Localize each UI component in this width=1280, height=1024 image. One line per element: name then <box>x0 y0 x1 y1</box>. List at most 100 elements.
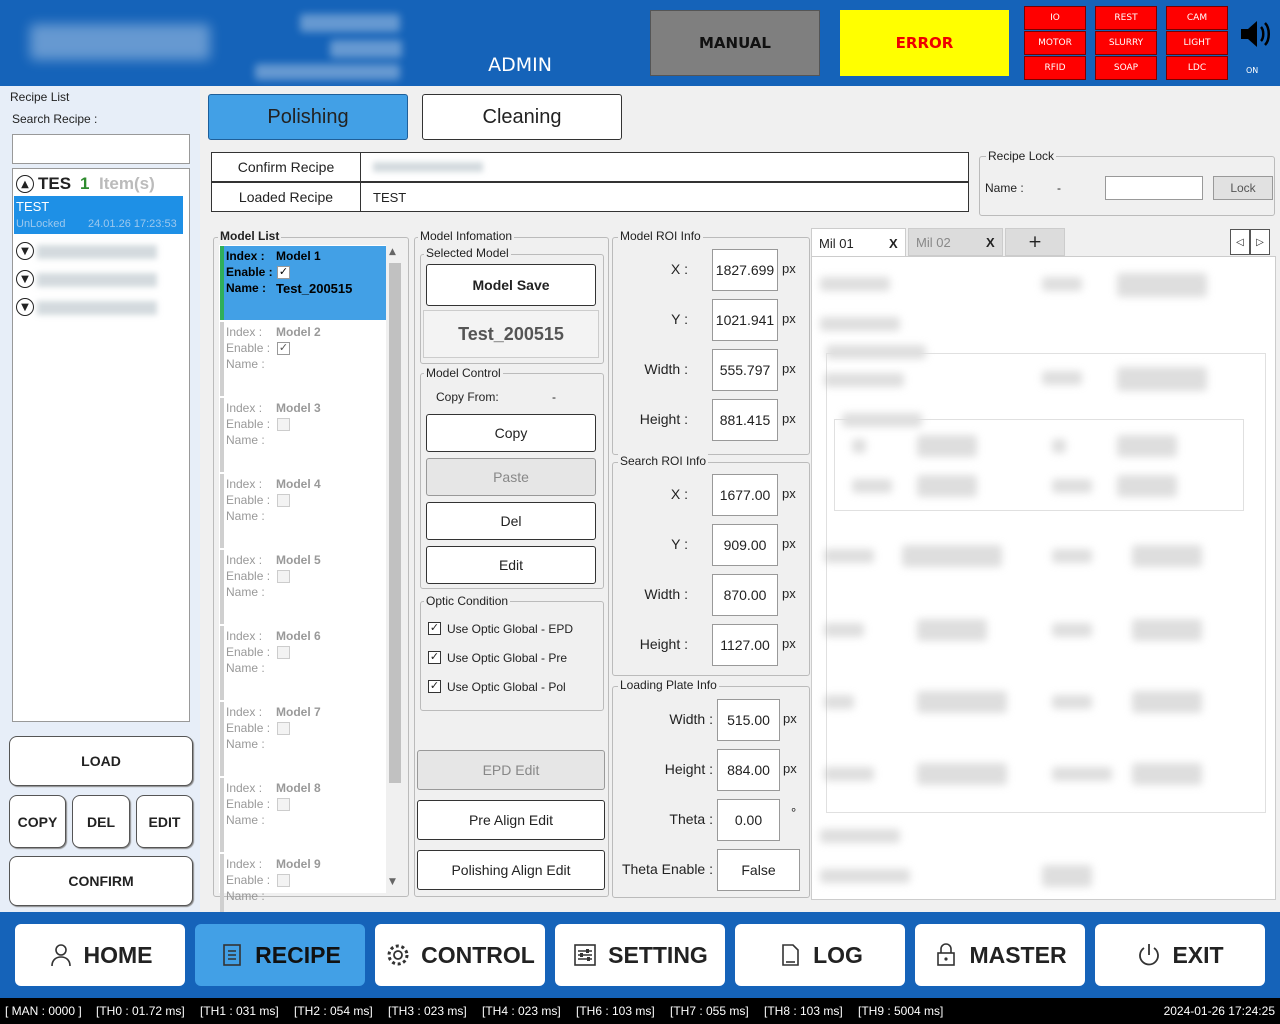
model-edit-button[interactable]: Edit <box>426 546 596 584</box>
model-list-item[interactable]: Index : Model 8 Enable : Name : <box>220 778 386 852</box>
recipe-group-blurred[interactable] <box>37 273 157 287</box>
nav-master[interactable]: MASTER <box>915 924 1085 986</box>
expand-icon[interactable]: ▼ <box>16 242 34 260</box>
model-enable-checkbox[interactable] <box>277 798 290 811</box>
model-roi-value[interactable]: 555.797 <box>712 349 778 391</box>
recipe-group-blurred[interactable] <box>37 301 157 315</box>
selected-model-title: Selected Model <box>424 246 511 260</box>
expand-icon[interactable]: ▼ <box>16 270 34 288</box>
search-roi-value[interactable]: 1127.00 <box>712 624 778 666</box>
model-list-item[interactable]: Index : Model 3 Enable : Name : <box>220 398 386 472</box>
copy-recipe-button[interactable]: COPY <box>9 795 66 848</box>
model-enable-checkbox[interactable] <box>277 418 290 431</box>
close-icon[interactable]: X <box>986 235 995 250</box>
status-motor[interactable]: MOTOR <box>1024 31 1086 55</box>
model-enable-checkbox[interactable] <box>277 874 290 887</box>
loading-plate-value[interactable]: 0.00 <box>717 799 780 841</box>
model-save-button[interactable]: Model Save <box>426 264 596 306</box>
model-roi-value[interactable]: 881.415 <box>712 399 778 441</box>
nav-setting[interactable]: SETTING <box>555 924 725 986</box>
speaker-icon[interactable] <box>1238 16 1274 52</box>
model-enable-checkbox[interactable]: ✓ <box>277 266 290 279</box>
load-button[interactable]: LOAD <box>9 736 193 786</box>
status-rest[interactable]: REST <box>1095 6 1157 30</box>
model-paste-button[interactable]: Paste <box>426 458 596 496</box>
status-slurry[interactable]: SLURRY <box>1095 31 1157 55</box>
optic-checkbox[interactable]: ✓ <box>428 622 441 636</box>
blurred-field <box>902 545 1002 567</box>
status-rfid[interactable]: RFID <box>1024 56 1086 80</box>
blurred-field <box>1117 273 1207 297</box>
delete-recipe-button[interactable]: DEL <box>72 795 130 848</box>
tab-mil-01[interactable]: Mil 01 X <box>811 228 906 257</box>
model-roi-value[interactable]: 1021.941 <box>712 299 778 341</box>
close-icon[interactable]: X <box>889 236 898 251</box>
expand-icon[interactable]: ▼ <box>16 298 34 316</box>
scroll-up-icon[interactable]: ▲ <box>389 247 396 257</box>
optic-option[interactable]: ✓ Use Optic Global - EPD <box>428 621 573 636</box>
loading-plate-value[interactable]: 515.00 <box>717 699 780 741</box>
polishing-align-edit-button[interactable]: Polishing Align Edit <box>417 850 605 890</box>
loading-plate-value[interactable]: 884.00 <box>717 749 780 791</box>
model-list-scrollbar[interactable]: ▲ ▼ <box>386 245 404 893</box>
recipe-lock-input[interactable] <box>1105 176 1203 200</box>
model-enable-checkbox[interactable] <box>277 646 290 659</box>
tab-polishing[interactable]: Polishing <box>208 94 408 140</box>
loading-plate-value[interactable]: False <box>717 849 800 891</box>
optic-checkbox[interactable]: ✓ <box>428 680 441 694</box>
tab-cleaning[interactable]: Cleaning <box>422 94 622 140</box>
model-index-value: Model 8 <box>276 781 321 795</box>
error-indicator[interactable]: ERROR <box>840 10 1009 76</box>
collapse-icon[interactable]: ▲ <box>16 175 34 193</box>
scrollbar-thumb[interactable] <box>389 263 401 783</box>
tab-mil-02[interactable]: Mil 02 X <box>908 228 1003 256</box>
confirm-recipe-value <box>360 152 969 182</box>
model-list-item[interactable]: Index : Model 4 Enable : Name : <box>220 474 386 548</box>
recipe-item-selected[interactable]: TEST UnLocked 24.01.26 17:23:53 <box>14 196 183 234</box>
recipe-list[interactable]: ▲ TES 1 Item(s) TEST UnLocked 24.01.26 1… <box>12 168 190 722</box>
nav-exit[interactable]: EXIT <box>1095 924 1265 986</box>
scroll-down-icon[interactable]: ▼ <box>389 877 396 887</box>
model-roi-value[interactable]: 1827.699 <box>712 249 778 291</box>
nav-log[interactable]: LOG <box>735 924 905 986</box>
confirm-button[interactable]: CONFIRM <box>9 856 193 906</box>
status-ldc[interactable]: LDC <box>1166 56 1228 80</box>
model-list-item[interactable]: Index : Model 7 Enable : Name : <box>220 702 386 776</box>
lock-button[interactable]: Lock <box>1213 176 1273 200</box>
search-roi-value[interactable]: 909.00 <box>712 524 778 566</box>
status-cam[interactable]: CAM <box>1166 6 1228 30</box>
nav-control[interactable]: CONTROL <box>375 924 545 986</box>
model-list-item[interactable]: Index : Model 6 Enable : Name : <box>220 626 386 700</box>
status-light[interactable]: LIGHT <box>1166 31 1228 55</box>
model-list-item[interactable]: Index : Model 5 Enable : Name : <box>220 550 386 624</box>
model-list-item[interactable]: Index : Model 1 Enable : ✓ Name : Test_200515 <box>220 246 386 320</box>
lock-icon <box>937 943 956 966</box>
model-list-item[interactable]: Index : Model 2 Enable : ✓ Name : <box>220 322 386 396</box>
nav-recipe[interactable]: RECIPE <box>195 924 365 986</box>
epd-edit-button[interactable]: EPD Edit <box>417 750 605 790</box>
status-io[interactable]: IO <box>1024 6 1086 30</box>
search-roi-value[interactable]: 870.00 <box>712 574 778 616</box>
model-roi-title: Model ROI Info <box>618 229 703 243</box>
nav-home[interactable]: HOME <box>15 924 185 986</box>
model-enable-checkbox[interactable] <box>277 722 290 735</box>
recipe-group-blurred[interactable] <box>37 245 157 259</box>
chevron-right-icon[interactable]: ▷ <box>1250 229 1270 255</box>
search-recipe-input[interactable] <box>12 134 190 164</box>
model-delete-button[interactable]: Del <box>426 502 596 540</box>
loaded-recipe-label: Loaded Recipe <box>211 182 361 212</box>
status-soap[interactable]: SOAP <box>1095 56 1157 80</box>
pre-align-edit-button[interactable]: Pre Align Edit <box>417 800 605 840</box>
optic-checkbox[interactable]: ✓ <box>428 651 441 665</box>
chevron-left-icon[interactable]: ◁ <box>1230 229 1250 255</box>
model-enable-checkbox[interactable]: ✓ <box>277 342 290 355</box>
add-tab-button[interactable]: + <box>1005 228 1065 256</box>
mode-indicator[interactable]: MANUAL <box>650 10 820 76</box>
model-copy-button[interactable]: Copy <box>426 414 596 452</box>
optic-option[interactable]: ✓ Use Optic Global - Pre <box>428 650 567 665</box>
model-enable-checkbox[interactable] <box>277 570 290 583</box>
edit-recipe-button[interactable]: EDIT <box>136 795 193 848</box>
optic-option[interactable]: ✓ Use Optic Global - Pol <box>428 679 566 694</box>
search-roi-value[interactable]: 1677.00 <box>712 474 778 516</box>
model-enable-checkbox[interactable] <box>277 494 290 507</box>
